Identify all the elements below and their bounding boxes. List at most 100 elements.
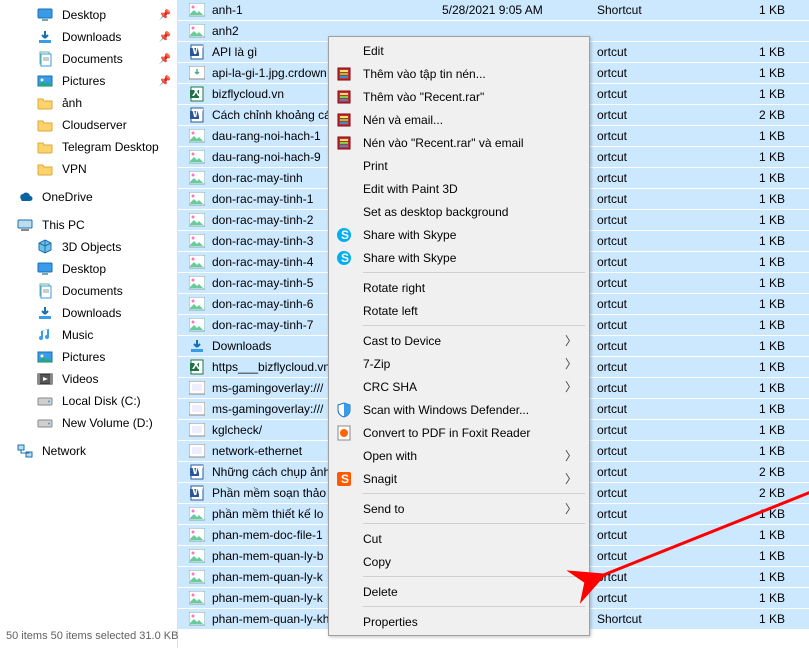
file-type: ortcut (597, 255, 697, 269)
menu-item-n-n-v-email-[interactable]: Nén và email... (331, 108, 587, 131)
blank-icon (333, 277, 355, 299)
documents-icon (36, 282, 54, 300)
tree-item-videos[interactable]: Videos (6, 368, 177, 390)
file-type: ortcut (597, 150, 697, 164)
drive-icon (36, 414, 54, 432)
tree-item-downloads[interactable]: Downloads (6, 302, 177, 324)
skype-icon: S (333, 224, 355, 246)
nav-tree: Desktop📌Downloads📌Documents📌Pictures📌ảnh… (0, 0, 178, 648)
menu-item-copy[interactable]: Copy (331, 550, 587, 573)
menu-label: Cut (363, 532, 577, 546)
file-size: 2 KB (697, 465, 809, 479)
tree-item-3d-objects[interactable]: 3D Objects (6, 236, 177, 258)
menu-item-snagit[interactable]: SSnagit〉 (331, 467, 587, 490)
menu-item-scan-with-windows-defender-[interactable]: Scan with Windows Defender... (331, 398, 587, 421)
file-list[interactable]: anh-15/28/2021 9:05 AMShortcut1 KBanh2WA… (178, 0, 809, 648)
blank-icon (333, 581, 355, 603)
tree-network[interactable]: Network (6, 440, 177, 462)
tree-item-pictures[interactable]: Pictures📌 (6, 70, 177, 92)
file-size: 1 KB (697, 276, 809, 290)
file-size: 1 KB (697, 3, 809, 17)
file-size: 1 KB (697, 402, 809, 416)
file-type: ortcut (597, 66, 697, 80)
file-type: ortcut (597, 297, 697, 311)
tree-item-telegram-desktop[interactable]: Telegram Desktop (6, 136, 177, 158)
file-type: ortcut (597, 192, 697, 206)
file-type: ortcut (597, 465, 697, 479)
menu-label: Cast to Device (363, 334, 565, 348)
chevron-right-icon: 〉 (565, 378, 577, 395)
file-row[interactable]: anh-15/28/2021 9:05 AMShortcut1 KB (178, 0, 809, 21)
tree-thispc[interactable]: This PC (6, 214, 177, 236)
menu-label: Copy (363, 555, 577, 569)
status-bar: 50 items 50 items selected 31.0 KB (6, 630, 178, 648)
img-icon (188, 611, 206, 627)
tree-onedrive[interactable]: OneDrive (6, 186, 177, 208)
snagit-icon: S (333, 468, 355, 490)
menu-item-crc-sha[interactable]: CRC SHA〉 (331, 375, 587, 398)
menu-item-rotate-left[interactable]: Rotate left (331, 299, 587, 322)
folder-icon (36, 116, 54, 134)
img-icon (188, 233, 206, 249)
menu-label: Scan with Windows Defender... (363, 403, 577, 417)
file-size: 1 KB (697, 570, 809, 584)
menu-item-cast-to-device[interactable]: Cast to Device〉 (331, 329, 587, 352)
svg-text:W: W (192, 44, 204, 57)
menu-item-share-with-skype[interactable]: SShare with Skype (331, 223, 587, 246)
img-icon (188, 170, 206, 186)
drive-icon (36, 392, 54, 410)
tree-item-cloudserver[interactable]: Cloudserver (6, 114, 177, 136)
menu-item-print[interactable]: Print (331, 154, 587, 177)
tree-item-local-disk-c-[interactable]: Local Disk (C:) (6, 390, 177, 412)
file-type: ortcut (597, 339, 697, 353)
menu-item-cut[interactable]: Cut (331, 527, 587, 550)
menu-separator (363, 493, 585, 494)
rar-icon (333, 132, 355, 154)
menu-item-delete[interactable]: Delete (331, 580, 587, 603)
tree-item-pictures[interactable]: Pictures (6, 346, 177, 368)
blank-icon (333, 498, 355, 520)
menu-item-properties[interactable]: Properties (331, 610, 587, 633)
word-icon: W (188, 44, 206, 60)
img-icon (188, 254, 206, 270)
menu-label: Properties (363, 615, 577, 629)
file-size: 1 KB (697, 507, 809, 521)
tree-item-desktop[interactable]: Desktop📌 (6, 4, 177, 26)
file-size: 1 KB (697, 444, 809, 458)
menu-item-rotate-right[interactable]: Rotate right (331, 276, 587, 299)
tree-item-new-volume-d-[interactable]: New Volume (D:) (6, 412, 177, 434)
folder-icon (36, 138, 54, 156)
menu-item-edit-with-paint-3d[interactable]: Edit with Paint 3D (331, 177, 587, 200)
menu-item-th-m-v-o-recent-rar-[interactable]: Thêm vào "Recent.rar" (331, 85, 587, 108)
tree-item--nh[interactable]: ảnh (6, 92, 177, 114)
menu-item-n-n-v-o-recent-rar-v-email[interactable]: Nén vào "Recent.rar" và email (331, 131, 587, 154)
menu-item-edit[interactable]: Edit (331, 39, 587, 62)
network-icon (16, 442, 34, 460)
tree-item-downloads[interactable]: Downloads📌 (6, 26, 177, 48)
blank-icon (333, 611, 355, 633)
file-size: 1 KB (697, 339, 809, 353)
link-icon (188, 422, 206, 438)
file-type: ortcut (597, 549, 697, 563)
file-size: 1 KB (697, 381, 809, 395)
tree-item-vpn[interactable]: VPN (6, 158, 177, 180)
img-icon (188, 128, 206, 144)
menu-item-share-with-skype[interactable]: SShare with Skype (331, 246, 587, 269)
music-icon (36, 326, 54, 344)
pin-icon: 📌 (159, 76, 171, 87)
menu-item-7-zip[interactable]: 7-Zip〉 (331, 352, 587, 375)
tree-item-documents[interactable]: Documents (6, 280, 177, 302)
menu-item-th-m-v-o-t-p-tin-n-n-[interactable]: Thêm vào tập tin nén... (331, 62, 587, 85)
file-size: 1 KB (697, 171, 809, 185)
tree-item-desktop[interactable]: Desktop (6, 258, 177, 280)
tree-item-documents[interactable]: Documents📌 (6, 48, 177, 70)
menu-item-set-as-desktop-background[interactable]: Set as desktop background (331, 200, 587, 223)
tree-item-music[interactable]: Music (6, 324, 177, 346)
menu-item-open-with[interactable]: Open with〉 (331, 444, 587, 467)
file-type: ortcut (597, 318, 697, 332)
file-type: ortcut (597, 402, 697, 416)
menu-item-send-to[interactable]: Send to〉 (331, 497, 587, 520)
menu-item-convert-to-pdf-in-foxit-reader[interactable]: Convert to PDF in Foxit Reader (331, 421, 587, 444)
menu-label: Send to (363, 502, 565, 516)
link-icon (188, 380, 206, 396)
